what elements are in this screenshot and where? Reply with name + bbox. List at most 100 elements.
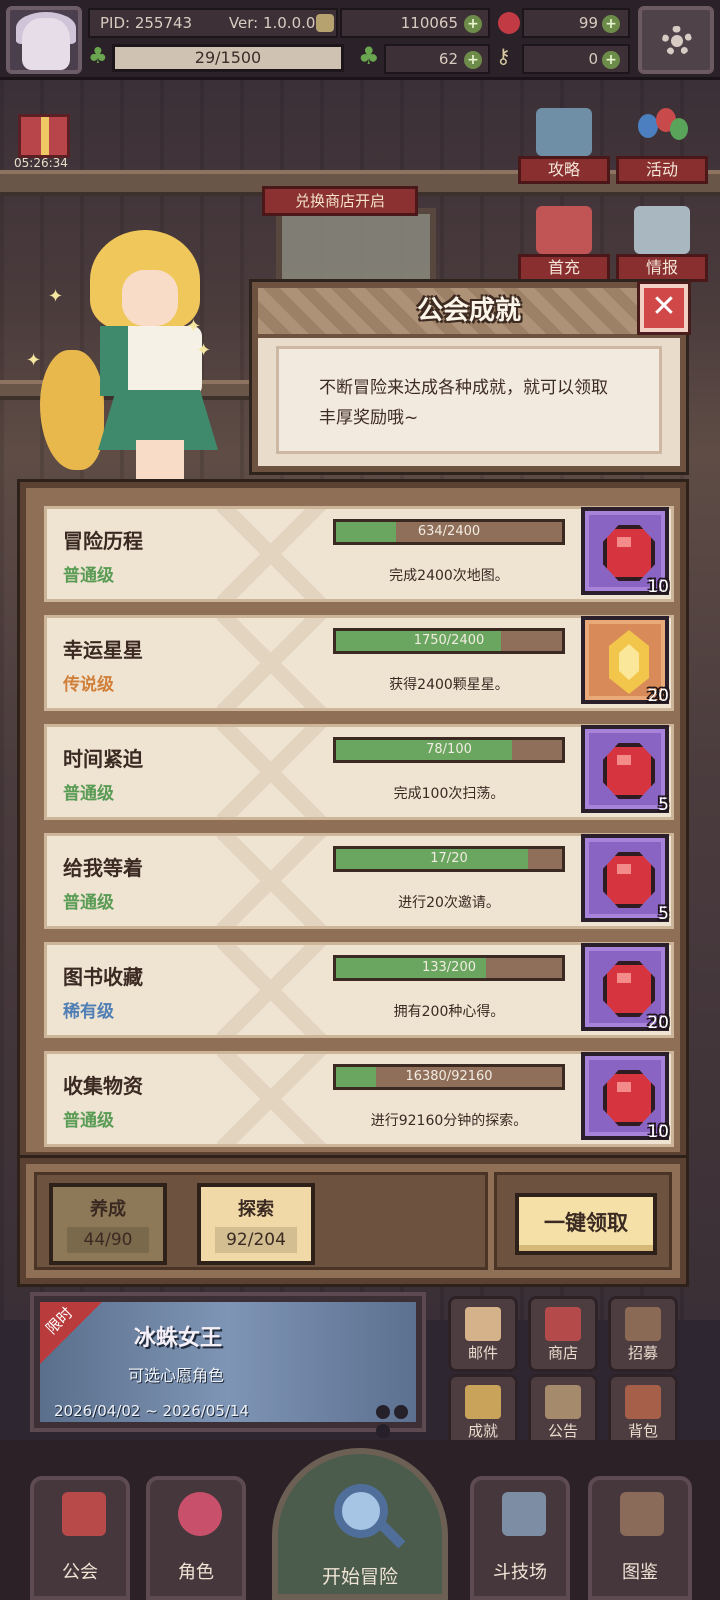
nav-start-label: 开始冒险: [321, 1566, 398, 1588]
nav-guild[interactable]: 公会: [30, 1476, 130, 1600]
event-label: 活动: [616, 156, 708, 184]
experience-text: 29/1500: [194, 48, 262, 67]
first-charge-button[interactable]: 首充: [518, 206, 610, 282]
achievement-name: 给我等着: [63, 856, 143, 880]
balloon-icon: [634, 108, 690, 156]
gold-value: 110065: [400, 14, 458, 32]
add-clover-button[interactable]: +: [464, 51, 482, 69]
sparkle-icon: ✦: [196, 340, 212, 361]
envelope-icon: [465, 1307, 501, 1341]
achievement-description: 拥有200种心得。: [393, 1004, 505, 1020]
achievement-progress-bar: 17/20: [333, 846, 565, 872]
notice-label: 公告: [547, 1422, 578, 1440]
reward-slot[interactable]: 20: [581, 616, 669, 706]
achievement-card[interactable]: 时间紧迫 普通级 78/100 完成100次扫荡。 5: [44, 724, 674, 820]
close-button[interactable]: ✕: [637, 281, 691, 335]
strategy-button[interactable]: 攻略: [518, 108, 610, 184]
sparkle-icon: ✦: [26, 350, 42, 371]
achievement-progress-bar: 16380/92160: [333, 1064, 565, 1090]
reward-slot[interactable]: 5: [581, 834, 669, 924]
achievement-tier: 稀有级: [63, 1002, 114, 1022]
red-gem-icon: [603, 1070, 655, 1126]
experience-bar: 29/1500: [112, 44, 344, 72]
claim-all-button[interactable]: 一键领取: [515, 1193, 657, 1255]
add-key-button[interactable]: +: [602, 51, 620, 69]
settings-button[interactable]: [638, 6, 714, 74]
reward-slot[interactable]: 10: [581, 507, 669, 597]
progress-text: 1750/2400: [413, 633, 485, 648]
chevron-decoration: [217, 1054, 337, 1144]
achievement-list[interactable]: 冒险历程 普通级 634/2400 完成2400次地图。 10 幸运星星 传说级 1750/2…: [17, 479, 689, 1161]
achievement-name: 时间紧迫: [63, 747, 143, 771]
recruit-icon: [625, 1307, 661, 1341]
player-avatar[interactable]: [6, 6, 82, 74]
ruby-icon: [498, 12, 520, 34]
reward-slot[interactable]: 10: [581, 1052, 669, 1142]
reward-slot[interactable]: 20: [581, 943, 669, 1033]
nav-codex[interactable]: 图鉴: [588, 1476, 692, 1600]
shop-button[interactable]: 商店: [528, 1296, 598, 1372]
clover-icon: ♣: [358, 42, 380, 70]
achievement-progress-bar: 1750/2400: [333, 628, 565, 654]
add-gold-button[interactable]: +: [464, 15, 482, 33]
red-gem-icon: [603, 852, 655, 908]
mail-button[interactable]: 邮件: [448, 1296, 518, 1372]
tab-count: 92/204: [215, 1227, 297, 1253]
nav-guild-label: 公会: [62, 1562, 98, 1583]
exchange-shop-banner[interactable]: 兑换商店开启: [262, 186, 418, 216]
event-subtitle: 可选心愿角色: [128, 1366, 225, 1385]
shop-label: 商店: [547, 1344, 578, 1362]
progress-text: 634/2400: [417, 524, 481, 539]
tab-label: 探索: [238, 1199, 274, 1220]
achievement-description: 完成100次扫荡。: [393, 786, 505, 802]
achievement-tier: 传说级: [63, 675, 114, 695]
achievement-name: 幸运星星: [63, 638, 143, 662]
recruit-button[interactable]: 招募: [608, 1296, 678, 1372]
achievement-tier: 普通级: [63, 893, 114, 913]
chevron-decoration: [217, 618, 337, 708]
achievement-button[interactable]: 成就: [448, 1374, 518, 1450]
event-banner[interactable]: 限时 冰蛛女王 可选心愿角色 2026/04/02 ~ 2026/05/14: [30, 1292, 426, 1438]
achievement-name: 收集物资: [63, 1074, 143, 1098]
achievement-description: 完成2400次地图。: [389, 568, 509, 584]
nav-arena[interactable]: 斗技场: [470, 1476, 570, 1600]
nav-start-adventure[interactable]: 开始冒险: [272, 1448, 448, 1600]
carousel-dots[interactable]: [372, 1404, 422, 1442]
reward-count: 10: [647, 1122, 669, 1142]
event-button[interactable]: 活动: [616, 108, 708, 184]
top-status-bar: PID: 255743 Ver: 1.0.0.0 110065 + 99 + ♣…: [0, 0, 720, 80]
achievement-card[interactable]: 幸运星星传说级 1750/2400 获得2400颗星星。 20: [44, 615, 674, 711]
shop-icon: [545, 1307, 581, 1341]
tab-cultivate[interactable]: 养成 44/90: [49, 1183, 167, 1265]
intel-label: 情报: [616, 254, 708, 282]
clover-icon: ♣: [88, 44, 108, 69]
gift-timer: 05:26:34: [14, 156, 68, 170]
nav-character[interactable]: 角色: [146, 1476, 246, 1600]
achievement-description: 获得2400颗星星。: [389, 677, 509, 693]
avatar-face: [22, 18, 70, 70]
achievement-card[interactable]: 收集物资 普通级 16380/92160 进行92160分钟的探索。 10: [44, 1051, 674, 1147]
book-icon: [620, 1492, 664, 1536]
nav-arena-label: 斗技场: [493, 1562, 547, 1583]
gift-icon[interactable]: [18, 114, 70, 158]
reward-count: 5: [658, 904, 669, 924]
tab-explore[interactable]: 探索 92/204: [197, 1183, 315, 1265]
notice-button[interactable]: 公告: [528, 1374, 598, 1450]
achievement-description: 进行20次邀请。: [398, 895, 500, 911]
achievement-card[interactable]: 图书收藏 稀有级 133/200 拥有200种心得。 20: [44, 942, 674, 1038]
coin-icon: [316, 14, 334, 32]
achievement-footer: 养成 44/90 探索 92/204 一键领取: [17, 1155, 689, 1287]
progress-text: 78/100: [426, 742, 472, 757]
achievement-progress-bar: 634/2400: [333, 519, 565, 545]
megaphone-icon: [545, 1385, 581, 1419]
red-gem-icon: [603, 525, 655, 581]
tab-count: 44/90: [67, 1227, 149, 1253]
intel-button[interactable]: 情报: [616, 206, 708, 282]
achievement-card[interactable]: 给我等着普通级 17/20 进行20次邀请。 5: [44, 833, 674, 929]
reward-slot[interactable]: 5: [581, 725, 669, 815]
tab-label: 养成: [90, 1199, 126, 1220]
add-gem-button[interactable]: +: [602, 15, 620, 33]
key-value: 0: [588, 50, 598, 68]
bag-button[interactable]: 背包: [608, 1374, 678, 1450]
achievement-card[interactable]: 冒险历程 普通级 634/2400 完成2400次地图。 10: [44, 506, 674, 602]
